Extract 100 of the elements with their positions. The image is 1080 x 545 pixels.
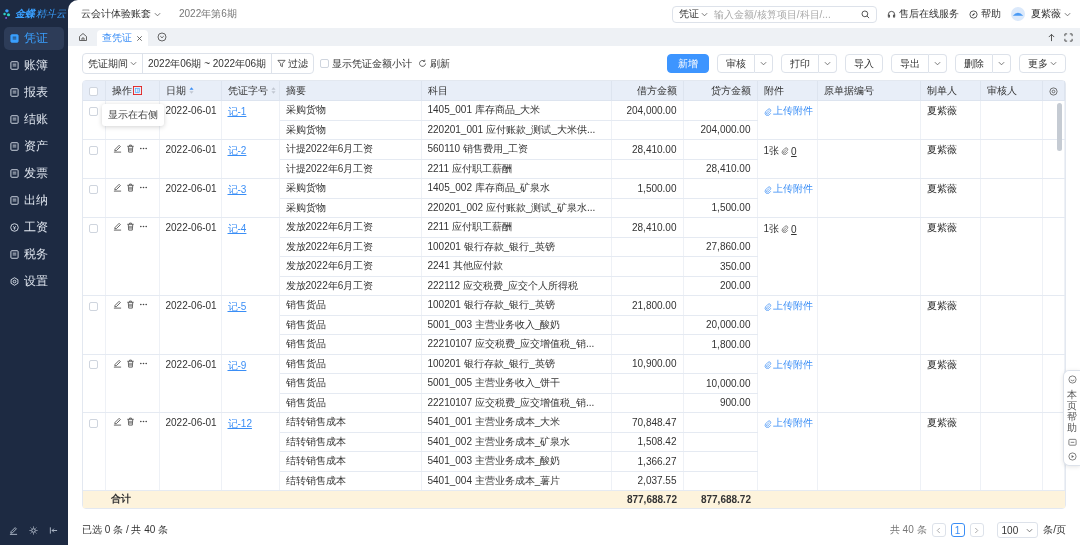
delete-icon[interactable] <box>125 358 135 368</box>
delete-icon[interactable] <box>125 417 135 426</box>
dropdown-button[interactable]: 更多 <box>1019 54 1066 73</box>
row-checkbox[interactable] <box>89 223 98 233</box>
toolbar-button[interactable]: 删除 <box>955 54 993 73</box>
paperclip-icon <box>763 419 772 428</box>
user-menu[interactable]: 夏紫薇 <box>1031 7 1071 21</box>
arrow-up-icon[interactable] <box>1047 33 1056 42</box>
sidebar-item[interactable]: 工资 <box>4 216 64 239</box>
filter-button[interactable]: 过滤 <box>271 54 314 73</box>
search-type-dropdown[interactable]: 凭证 <box>679 7 708 21</box>
voucher-link[interactable]: 记-12 <box>227 418 252 429</box>
help-link[interactable]: 帮助 <box>969 7 1001 21</box>
column-header: 原单据编号 <box>823 84 874 96</box>
paperclip-icon <box>781 147 790 155</box>
maker-name: 夏紫薇 <box>927 105 957 116</box>
attachment-link[interactable]: 0 <box>791 223 797 235</box>
date-text: 2022-06-01 <box>165 300 217 311</box>
period-range-field[interactable]: 2022年06期 ~ 2022年06期 <box>142 54 272 73</box>
column-header: 借方金额 <box>636 84 677 96</box>
edit-icon[interactable] <box>112 183 122 192</box>
upload-link[interactable]: 上传附件 <box>763 417 813 430</box>
collapse-icon[interactable] <box>49 526 58 535</box>
edit-icon[interactable] <box>112 222 122 231</box>
upload-link[interactable]: 上传附件 <box>763 358 813 372</box>
service-link[interactable]: 售后在线服务 <box>887 7 959 21</box>
panel-icon[interactable] <box>132 86 142 96</box>
account-text: 220201_002 应付账款_测试_矿泉水... <box>427 201 596 213</box>
chevron-right-icon <box>974 526 980 534</box>
account-text: 560110 销售费用_工资 <box>427 143 529 155</box>
edit-icon[interactable] <box>112 417 122 426</box>
credit-amount: 204,000.00 <box>700 124 751 136</box>
chat-icon[interactable] <box>1067 438 1077 447</box>
delete-icon[interactable] <box>125 222 135 231</box>
debit-amount: 10,900.00 <box>632 358 677 370</box>
sidebar-item[interactable]: 税务 <box>4 243 64 266</box>
toolbar-button[interactable]: 导出 <box>891 54 929 73</box>
row-checkbox[interactable] <box>89 360 98 370</box>
settings-icon[interactable] <box>1049 86 1058 96</box>
sidebar-item[interactable]: 发票 <box>4 162 64 185</box>
period-type-dropdown[interactable]: 凭证期间 <box>83 54 142 73</box>
toolbar-button[interactable]: 打印 <box>781 54 819 73</box>
summary-text: 发放2022年6月工资 <box>285 260 374 272</box>
chevron-left-icon <box>936 526 942 534</box>
refresh-button[interactable]: 刷新 <box>418 56 451 71</box>
help-widget[interactable]: 本页帮助 <box>1063 370 1080 466</box>
delete-icon[interactable] <box>125 300 135 309</box>
column-header: 附件 <box>763 84 784 96</box>
search-icon[interactable] <box>861 9 870 19</box>
date-text: 2022-06-01 <box>165 105 217 116</box>
toolbar-button[interactable]: 导入 <box>845 54 883 73</box>
upload-link[interactable]: 上传附件 <box>763 300 813 313</box>
sidebar-item[interactable]: 结账 <box>4 108 64 131</box>
row-checkbox[interactable] <box>89 106 98 116</box>
sidebar-item[interactable]: 资产 <box>4 135 64 158</box>
row-checkbox[interactable] <box>89 301 98 311</box>
search-field[interactable]: 凭证 输入金额/核算项目/科目/... <box>672 5 877 23</box>
summary-text: 发放2022年6月工资 <box>285 221 374 233</box>
select-all-checkbox[interactable] <box>89 86 98 96</box>
fullscreen-icon[interactable] <box>1064 33 1073 42</box>
date-text: 2022-06-01 <box>165 222 217 233</box>
edit-icon[interactable] <box>112 358 122 368</box>
home-icon[interactable] <box>78 32 88 42</box>
edit-icon[interactable] <box>112 300 122 309</box>
sun-icon[interactable] <box>29 526 38 535</box>
sidebar-item[interactable]: 账簿 <box>4 54 64 77</box>
row-checkbox[interactable] <box>89 184 98 194</box>
account-selector[interactable]: 云会计体验账套 <box>81 7 161 21</box>
delete-icon[interactable] <box>125 144 135 153</box>
sidebar-item[interactable]: 凭证 <box>4 27 64 50</box>
close-icon[interactable] <box>136 34 143 42</box>
row-checkbox[interactable] <box>89 418 98 428</box>
credit-amount: 350.00 <box>719 260 751 272</box>
voucher-link[interactable]: 记-1 <box>227 106 247 117</box>
voucher-link[interactable]: 记-4 <box>227 223 247 234</box>
voucher-link[interactable]: 记-5 <box>227 301 247 312</box>
sidebar-item[interactable]: 设置 <box>4 270 64 293</box>
voucher-link[interactable]: 记-3 <box>227 184 247 195</box>
sidebar-item[interactable]: 出纳 <box>4 189 64 212</box>
dropdown-toggle[interactable] <box>929 54 947 73</box>
dropdown-toggle[interactable] <box>819 54 837 73</box>
toolbar-button[interactable]: 审核 <box>717 54 755 73</box>
dropdown-toggle[interactable] <box>755 54 773 73</box>
attachment-link[interactable]: 0 <box>791 145 797 157</box>
page-size-select[interactable]: 100 <box>996 522 1039 538</box>
row-checkbox[interactable] <box>89 145 98 155</box>
date-text: 2022-06-01 <box>165 183 217 194</box>
voucher-link[interactable]: 记-2 <box>227 145 247 156</box>
play-icon[interactable] <box>1067 452 1077 461</box>
sidebar-item[interactable]: 报表 <box>4 81 64 104</box>
delete-icon[interactable] <box>125 183 135 192</box>
maker-name: 夏紫薇 <box>927 222 957 233</box>
scrollbar[interactable] <box>1057 103 1062 151</box>
tab[interactable]: 查凭证 <box>97 30 148 46</box>
circle-caret-icon[interactable] <box>157 32 167 42</box>
dropdown-toggle[interactable] <box>993 54 1011 73</box>
subtotal-checkbox[interactable] <box>320 59 330 68</box>
account-text: 22210107 应交税费_应交增值税_销... <box>427 338 595 350</box>
voucher-link[interactable]: 记-9 <box>227 359 247 371</box>
edit-icon[interactable] <box>112 144 122 153</box>
